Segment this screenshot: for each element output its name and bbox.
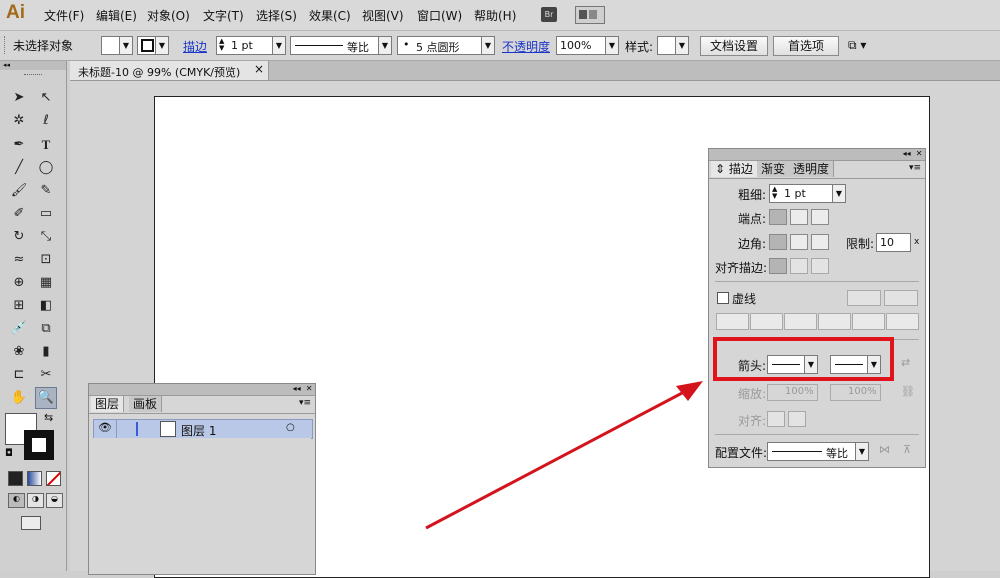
arrow-head xyxy=(676,381,703,401)
annotation-arrow xyxy=(425,381,703,530)
arrow-shaft xyxy=(425,390,685,530)
